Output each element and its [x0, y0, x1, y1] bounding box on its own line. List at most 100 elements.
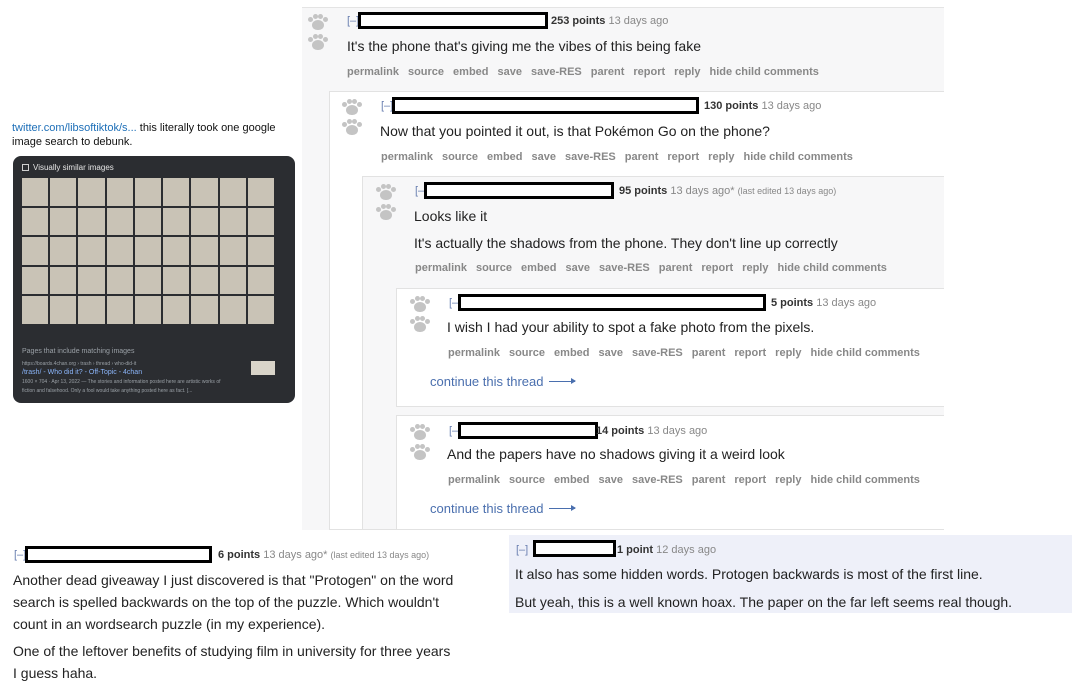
action-link-parent[interactable]: parent — [692, 347, 726, 359]
timestamp: 13 days ago* — [670, 185, 735, 197]
collapse-toggle[interactable]: [–] — [516, 544, 528, 556]
image-search-result-card: Visually similar images Pages that inclu… — [13, 156, 295, 403]
action-link-save-res[interactable]: save-RES — [599, 262, 650, 274]
action-link-hide-child-comments[interactable]: hide child comments — [777, 262, 886, 274]
action-link-report[interactable]: report — [667, 151, 699, 163]
timestamp: 12 days ago — [656, 544, 717, 556]
redacted-username — [458, 294, 766, 311]
arrow-right-icon — [549, 505, 577, 511]
comment-paragraph-line: count in an wordsearch puzzle (in my exp… — [13, 616, 326, 632]
action-link-permalink[interactable]: permalink — [415, 262, 467, 274]
action-link-report[interactable]: report — [633, 66, 665, 78]
timestamp: 13 days ago — [608, 15, 669, 27]
comment-body: It's the phone that's giving me the vibe… — [347, 38, 702, 54]
action-link-embed[interactable]: embed — [487, 151, 522, 163]
redacted-username — [392, 97, 699, 114]
redacted-username — [533, 540, 616, 557]
action-link-embed[interactable]: embed — [554, 474, 589, 486]
score: 95 points — [619, 185, 668, 197]
comment-actions: permalink source embed save save-RES parent re… — [347, 66, 819, 78]
action-link-permalink[interactable]: permalink — [448, 347, 500, 359]
action-link-embed[interactable]: embed — [554, 347, 589, 359]
tweet-link[interactable]: twitter.com/libsoftiktok/s... — [12, 122, 137, 134]
redacted-username — [25, 546, 212, 563]
action-link-save[interactable]: save — [599, 474, 623, 486]
action-link-report[interactable]: report — [734, 347, 766, 359]
timestamp: 13 days ago* — [263, 549, 328, 561]
action-link-save[interactable]: save — [599, 347, 623, 359]
score: 14 points — [596, 425, 645, 437]
action-link-source[interactable]: source — [408, 66, 444, 78]
comment-meta: 6 points 13 days ago* (last edited 13 da… — [218, 549, 429, 561]
comment-actions: permalink source embed save save-RES parent re… — [448, 474, 920, 486]
score: 6 points — [218, 549, 261, 561]
action-link-save-res[interactable]: save-RES — [531, 66, 582, 78]
comment-meta: 253 points 13 days ago — [551, 15, 668, 27]
action-link-hide-child-comments[interactable]: hide child comments — [810, 474, 919, 486]
action-link-permalink[interactable]: permalink — [381, 151, 433, 163]
action-link-reply[interactable]: reply — [775, 347, 801, 359]
action-link-save-res[interactable]: save-RES — [632, 474, 683, 486]
action-link-save[interactable]: save — [532, 151, 556, 163]
action-link-embed[interactable]: embed — [521, 262, 556, 274]
action-link-source[interactable]: source — [509, 347, 545, 359]
action-link-permalink[interactable]: permalink — [448, 474, 500, 486]
continue-thread-link[interactable]: continue this thread — [430, 374, 577, 389]
arrow-right-icon — [549, 378, 577, 384]
comment-paragraph-line: But yeah, this is a well known hoax. The… — [515, 594, 1013, 610]
action-link-reply[interactable]: reply — [775, 474, 801, 486]
score: 130 points — [704, 100, 759, 112]
score: 5 points — [771, 297, 814, 309]
action-link-reply[interactable]: reply — [742, 262, 768, 274]
action-link-save-res[interactable]: save-RES — [632, 347, 683, 359]
comment-paragraph-line: Another dead giveaway I just discovered … — [13, 572, 454, 588]
comment-meta: 95 points 13 days ago* (last edited 13 d… — [619, 185, 836, 197]
visually-similar-label: Visually similar images — [33, 163, 114, 172]
redacted-username — [358, 12, 548, 29]
action-link-hide-child-comments[interactable]: hide child comments — [709, 66, 818, 78]
comment-body: Now that you pointed it out, is that Pok… — [380, 123, 770, 139]
action-link-parent[interactable]: parent — [625, 151, 659, 163]
similar-images-grid[interactable] — [22, 178, 274, 324]
result-title-link[interactable]: /trash/ - Who did it? - Off-Topic - 4cha… — [22, 369, 287, 376]
comment-actions: permalink source embed save save-RES parent re… — [448, 347, 920, 359]
action-link-hide-child-comments[interactable]: hide child comments — [810, 347, 919, 359]
tweet-text: twitter.com/libsoftiktok/s... this liter… — [12, 121, 302, 149]
image-icon — [22, 164, 29, 171]
comment-paragraph-line: search is spelled backwards on the top o… — [13, 594, 440, 610]
action-link-parent[interactable]: parent — [692, 474, 726, 486]
result-description-2: fiction and falsehood. Only a fool would… — [22, 388, 193, 394]
action-link-report[interactable]: report — [734, 474, 766, 486]
comment-paragraph-line: One of the leftover benefits of studying… — [13, 643, 451, 659]
continue-thread-label: continue this thread — [430, 501, 544, 516]
comment-body-2: It's actually the shadows from the phone… — [414, 235, 838, 251]
result-description-1: 1600 × 704 · Apr 13, 2022 — The stories … — [22, 379, 221, 385]
action-link-report[interactable]: report — [701, 262, 733, 274]
action-link-permalink[interactable]: permalink — [347, 66, 399, 78]
timestamp: 13 days ago — [647, 425, 708, 437]
result-url: https://boards.4chan.org › trash › threa… — [22, 361, 137, 367]
comment-body: I wish I had your ability to spot a fake… — [447, 319, 815, 335]
action-link-source[interactable]: source — [509, 474, 545, 486]
timestamp: 13 days ago — [816, 297, 877, 309]
visually-similar-header: Visually similar images — [22, 163, 114, 172]
redacted-username — [458, 422, 598, 439]
action-link-reply[interactable]: reply — [674, 66, 700, 78]
action-link-parent[interactable]: parent — [591, 66, 625, 78]
result-thumbnail[interactable] — [251, 361, 275, 375]
action-link-reply[interactable]: reply — [708, 151, 734, 163]
comment-actions: permalink source embed save save-RES parent re… — [415, 262, 887, 274]
comment-meta: 1 point 12 days ago — [617, 544, 716, 556]
comment-meta: 130 points 13 days ago — [704, 100, 821, 112]
continue-thread-link[interactable]: continue this thread — [430, 501, 577, 516]
action-link-source[interactable]: source — [476, 262, 512, 274]
edited-note: (last edited 13 days ago) — [737, 186, 837, 196]
action-link-save[interactable]: save — [498, 66, 522, 78]
action-link-embed[interactable]: embed — [453, 66, 488, 78]
action-link-source[interactable]: source — [442, 151, 478, 163]
action-link-parent[interactable]: parent — [659, 262, 693, 274]
action-link-hide-child-comments[interactable]: hide child comments — [743, 151, 852, 163]
action-link-save-res[interactable]: save-RES — [565, 151, 616, 163]
comment-meta: 5 points 13 days ago — [771, 297, 876, 309]
action-link-save[interactable]: save — [566, 262, 590, 274]
